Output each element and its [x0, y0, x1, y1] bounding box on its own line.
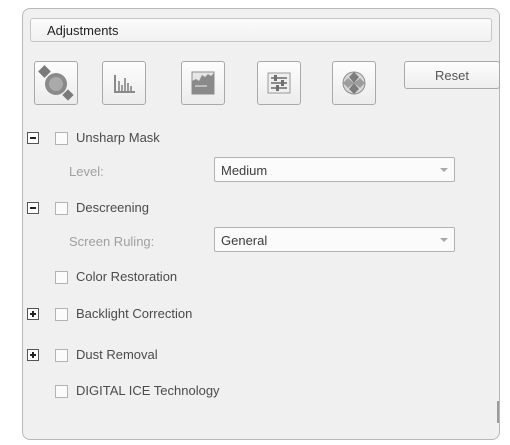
dust-removal-checkbox[interactable] — [55, 349, 68, 362]
level-select-value: Medium — [221, 163, 268, 178]
dust-removal-expand-icon[interactable] — [27, 349, 39, 361]
image-adjustment-icon — [267, 72, 291, 94]
color-palette-icon — [342, 71, 366, 95]
tone-correction-button[interactable] — [181, 61, 225, 105]
color-restoration-label: Color Restoration — [76, 269, 178, 284]
level-label: Level: — [69, 164, 104, 179]
backlight-correction-label: Backlight Correction — [76, 306, 193, 321]
tone-correction-icon — [191, 71, 215, 95]
auto-exposure-icon — [38, 65, 74, 101]
digital-ice-checkbox[interactable] — [55, 385, 68, 398]
adjustments-panel: Adjustments Reset Unsharp Mask Level: Me… — [22, 8, 500, 440]
screen-ruling-select-value: General — [221, 233, 268, 248]
panel-header[interactable]: Adjustments — [30, 18, 492, 42]
unsharp-mask-label: Unsharp Mask — [76, 130, 160, 145]
digital-ice-label: DIGITAL ICE Technology — [76, 383, 220, 398]
scrollbar-thumb[interactable] — [497, 401, 499, 423]
histogram-button[interactable] — [102, 61, 146, 105]
level-select[interactable]: Medium — [214, 157, 455, 182]
unsharp-mask-collapse-icon[interactable] — [27, 132, 39, 144]
panel-title: Adjustments — [47, 23, 119, 38]
descreening-collapse-icon[interactable] — [27, 202, 39, 214]
chevron-down-icon — [440, 168, 448, 172]
descreening-label: Descreening — [76, 200, 149, 215]
reset-button[interactable]: Reset — [404, 61, 500, 89]
histogram-icon — [114, 75, 135, 93]
screen-ruling-select[interactable]: General — [214, 227, 455, 252]
backlight-correction-checkbox[interactable] — [55, 308, 68, 321]
auto-exposure-button[interactable] — [34, 61, 78, 105]
backlight-correction-expand-icon[interactable] — [27, 308, 39, 320]
screen-ruling-label: Screen Ruling: — [69, 234, 155, 249]
chevron-down-icon — [440, 238, 448, 242]
dust-removal-label: Dust Removal — [76, 347, 158, 362]
descreening-checkbox[interactable] — [55, 202, 68, 215]
color-restoration-checkbox[interactable] — [55, 271, 68, 284]
unsharp-mask-checkbox[interactable] — [55, 132, 68, 145]
color-palette-button[interactable] — [332, 61, 376, 105]
image-adjustment-button[interactable] — [257, 61, 301, 105]
